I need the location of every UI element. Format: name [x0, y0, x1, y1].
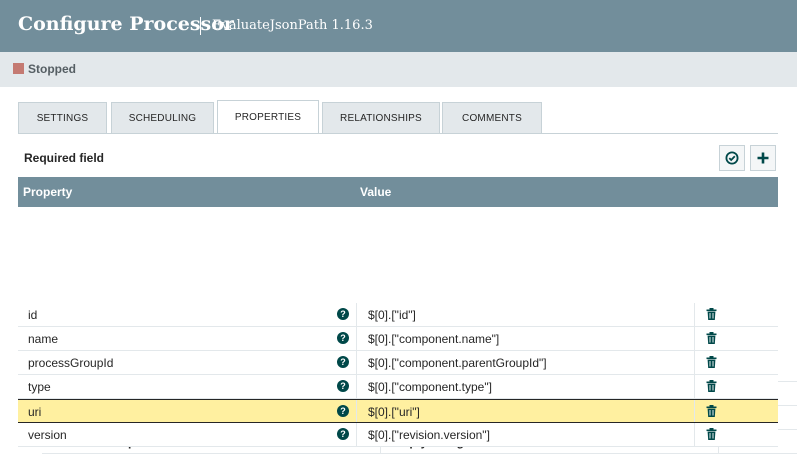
table-body: Destination?flowfile-attributeReturn Typ…	[18, 207, 797, 454]
tab-underline	[18, 133, 778, 134]
dialog-title: Configure Processor	[18, 13, 234, 35]
tab-properties[interactable]: PROPERTIES	[217, 100, 319, 134]
title-separator	[200, 17, 201, 35]
property-value[interactable]: $[0].["uri"]	[368, 405, 420, 419]
tab-scheduling[interactable]: SCHEDULING	[111, 102, 214, 134]
property-name: name	[28, 332, 59, 346]
tab-comments[interactable]: COMMENTS	[442, 102, 542, 134]
property-name: uri	[28, 405, 42, 419]
trash-icon[interactable]	[706, 356, 717, 368]
property-value[interactable]: $[0].["component.parentGroupId"]	[368, 356, 547, 370]
column-divider	[694, 303, 695, 326]
table-row[interactable]: type? $[0].["component.type"]	[18, 375, 778, 399]
column-divider	[694, 423, 695, 446]
table-row[interactable]: version? $[0].["revision.version"]	[18, 423, 778, 447]
check-circle-icon	[725, 151, 739, 165]
trash-icon[interactable]	[706, 380, 717, 392]
column-header-value: Value	[360, 185, 392, 199]
verify-properties-button[interactable]	[719, 145, 745, 171]
trash-icon[interactable]	[706, 428, 717, 440]
property-value[interactable]: $[0].["revision.version"]	[368, 428, 490, 442]
property-name: type	[28, 380, 51, 394]
run-status-label: Stopped	[28, 62, 76, 76]
status-bar: Stopped	[0, 52, 797, 87]
column-divider	[356, 327, 357, 350]
dialog-header: Configure Processor EvaluateJsonPath 1.1…	[0, 0, 797, 52]
property-value[interactable]: $[0].["component.type"]	[368, 380, 492, 394]
tab-settings[interactable]: SETTINGS	[18, 102, 107, 134]
trash-icon[interactable]	[706, 405, 717, 417]
column-divider	[356, 423, 357, 446]
property-name: processGroupId	[28, 356, 114, 370]
property-name: id	[28, 308, 38, 322]
column-header-property: Property	[23, 185, 73, 199]
trash-icon[interactable]	[706, 332, 717, 344]
column-divider	[356, 303, 357, 326]
table-row[interactable]: processGroupId? $[0].["component.parentGr…	[18, 351, 778, 375]
column-divider	[694, 351, 695, 374]
table-row[interactable]: id? $[0].["id"]	[18, 303, 778, 327]
column-divider	[694, 327, 695, 350]
column-divider	[356, 351, 357, 374]
table-header: Property Value	[18, 177, 778, 207]
column-divider	[356, 400, 357, 422]
column-divider	[694, 400, 695, 422]
help-icon[interactable]: ?	[337, 428, 349, 440]
processor-type-version: EvaluateJsonPath 1.16.3	[212, 18, 373, 33]
table-row[interactable]: uri? $[0].["uri"]	[18, 399, 778, 423]
help-icon[interactable]: ?	[337, 308, 349, 320]
stopped-icon	[13, 63, 24, 74]
column-divider	[356, 375, 357, 398]
tab-relationships[interactable]: RELATIONSHIPS	[322, 102, 440, 134]
property-value[interactable]: $[0].["component.name"]	[368, 332, 499, 346]
properties-table: Property Value Destination?flowfile-attr…	[18, 177, 797, 454]
help-icon[interactable]: ?	[337, 380, 349, 392]
trash-icon[interactable]	[706, 308, 717, 320]
property-name: version	[28, 428, 67, 442]
help-icon[interactable]: ?	[337, 405, 349, 417]
plus-icon	[757, 152, 769, 164]
column-divider	[694, 375, 695, 398]
add-property-button[interactable]	[750, 145, 776, 171]
help-icon[interactable]: ?	[337, 332, 349, 344]
property-value[interactable]: $[0].["id"]	[368, 308, 416, 322]
table-row[interactable]: name? $[0].["component.name"]	[18, 327, 778, 351]
required-field-label: Required field	[24, 151, 105, 165]
help-icon[interactable]: ?	[337, 356, 349, 368]
